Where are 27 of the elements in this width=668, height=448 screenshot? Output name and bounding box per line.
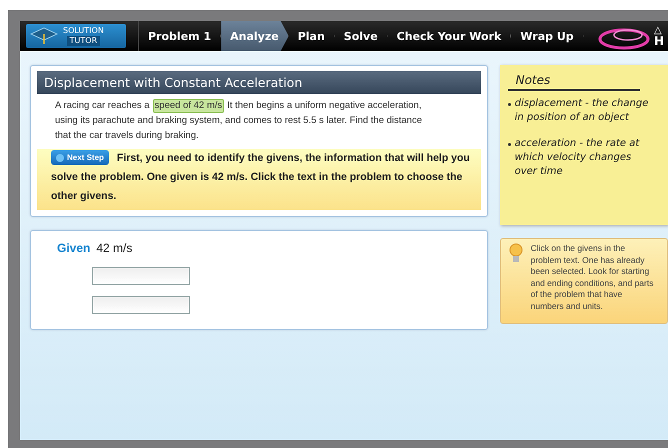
note-text: displacement - the change in position of an object [514, 97, 650, 125]
selected-given[interactable]: speed of 42 m/s [152, 98, 224, 112]
problem-text[interactable]: A racing car reaches a [55, 98, 150, 113]
step-instruction: solve the problem. One given is 42 m/s. Click the text in the problem to choose the [51, 170, 462, 185]
problem-title: Displacement with Constant Acceleration [37, 71, 481, 94]
logo-text: TUTOR [66, 36, 100, 46]
problem-text[interactable]: using its parachute and braking system, and comes to rest 5.5 s later. Find the distance [55, 113, 422, 128]
next-step-button[interactable]: Next Step [51, 150, 109, 165]
hint-text: Click on the givens in the problem text. One has already been selected. Look for starting and ending conditions, and parts of the problem that have numbers and units. [530, 243, 654, 312]
problem-text[interactable]: that the car travels during braking. [55, 128, 199, 143]
logo-text: SOLUTION [63, 26, 104, 36]
note-text: acceleration - the rate at which velocity changes over time [514, 137, 640, 179]
given-input-field[interactable] [92, 296, 190, 314]
nav-tab[interactable]: Analyze [221, 21, 289, 51]
given-input-field[interactable] [92, 267, 190, 285]
bullet-icon [508, 103, 511, 106]
step-instruction: First, you need to identify the givens, the information that will help you [116, 151, 470, 166]
brand-mark: △ [654, 25, 663, 36]
given-label: Given [57, 241, 90, 255]
bullet-icon [508, 143, 511, 146]
graduation-cap-icon [29, 26, 59, 46]
given-value: 42 m/s [96, 241, 132, 255]
notes-title: Notes [516, 73, 552, 87]
problem-text[interactable]: It then begins a uniform negative acceleration, [227, 98, 422, 113]
brand-logo-text: H [654, 36, 666, 47]
light-bulb-icon [508, 243, 523, 265]
step-instruction: other givens. [51, 189, 116, 204]
